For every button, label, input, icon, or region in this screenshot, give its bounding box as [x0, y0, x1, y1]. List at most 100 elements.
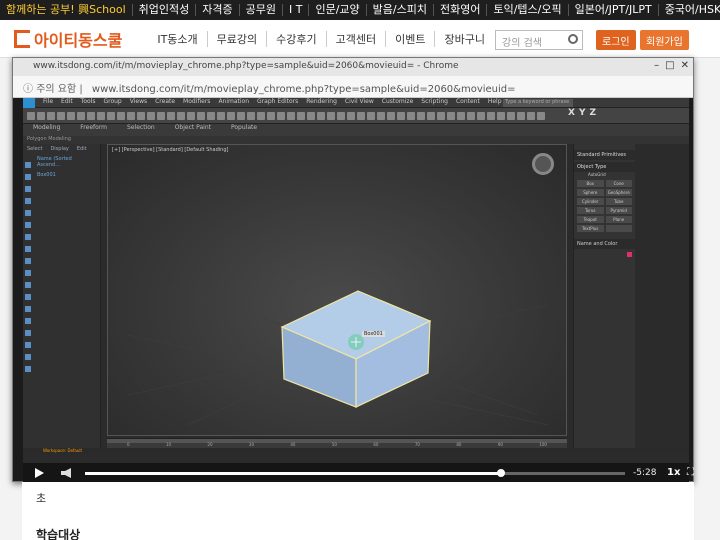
join-button[interactable]: 회원가입 — [640, 30, 689, 50]
toolbar-tool-icon[interactable] — [327, 112, 335, 120]
video-frame[interactable]: File Edit Tools Group Views Create Modifiers An… — [23, 98, 689, 476]
category-link[interactable]: 중국어/HSK — [659, 4, 720, 16]
toolbar-tool-icon[interactable] — [377, 112, 385, 120]
axis-button[interactable]: Y — [579, 108, 586, 118]
search-input[interactable]: 강의 검색 — [495, 30, 583, 50]
toolbar-tool-icon[interactable] — [507, 112, 515, 120]
category-link[interactable]: 공무원 — [240, 4, 283, 16]
toolbar-tool-icon[interactable] — [437, 112, 445, 120]
max-menu-item[interactable]: Animation — [218, 98, 249, 105]
nav-link[interactable]: IT동소개 — [148, 30, 208, 47]
max-menu-item[interactable]: Content — [456, 98, 480, 105]
toolbar-tool-icon[interactable] — [517, 112, 525, 120]
ribbon-tab[interactable]: Object Paint — [175, 124, 211, 131]
toolbar-tool-icon[interactable] — [267, 112, 275, 120]
nav-link[interactable]: 이벤트 — [386, 30, 436, 47]
toolbar-tool-icon[interactable] — [127, 112, 135, 120]
scene-tool-icon[interactable] — [25, 294, 31, 300]
category-link[interactable]: 취업인적성 — [133, 4, 197, 16]
toolbar-tool-icon[interactable] — [527, 112, 535, 120]
scene-tool-icon[interactable] — [25, 222, 31, 228]
seek-bar[interactable] — [85, 469, 625, 477]
scene-tool-icon[interactable] — [25, 270, 31, 276]
toolbar-tool-icon[interactable] — [157, 112, 165, 120]
primitive-button[interactable]: Teapot — [577, 216, 604, 223]
play-icon[interactable] — [35, 468, 44, 478]
category-link[interactable]: 인문/교양 — [309, 4, 367, 16]
minimize-icon[interactable]: – — [654, 60, 659, 71]
primitive-button[interactable] — [605, 225, 632, 232]
max-menu-item[interactable]: File — [43, 98, 53, 105]
ribbon-tab[interactable]: Freeform — [80, 124, 107, 131]
scene-tool-icon[interactable] — [25, 342, 31, 348]
scene-tool-icon[interactable] — [25, 282, 31, 288]
toolbar-tool-icon[interactable] — [167, 112, 175, 120]
toolbar-tool-icon[interactable] — [287, 112, 295, 120]
max-menu-item[interactable]: Modifiers — [183, 98, 210, 105]
primitive-button[interactable]: Sphere — [577, 189, 604, 196]
playback-speed[interactable]: 1x — [667, 467, 680, 478]
scene-tool-icon[interactable] — [25, 366, 31, 372]
toolbar-tool-icon[interactable] — [297, 112, 305, 120]
ribbon-tab[interactable]: Modeling — [33, 124, 60, 131]
scene-tab[interactable]: Edit — [77, 146, 87, 152]
max-menu-item[interactable]: Create — [155, 98, 175, 105]
scene-tool-icon[interactable] — [25, 162, 31, 168]
axis-button[interactable]: Z — [589, 108, 596, 118]
primitive-button[interactable]: TextPlus — [577, 225, 604, 232]
toolbar-tool-icon[interactable] — [37, 112, 45, 120]
toolbar-tool-icon[interactable] — [187, 112, 195, 120]
volume-icon[interactable] — [61, 468, 71, 478]
category-link[interactable]: 전화영어 — [434, 4, 488, 16]
toolbar-tool-icon[interactable] — [307, 112, 315, 120]
max-menu-item[interactable]: Group — [103, 98, 121, 105]
scene-tool-icon[interactable] — [25, 318, 31, 324]
toolbar-tool-icon[interactable] — [247, 112, 255, 120]
toolbar-tool-icon[interactable] — [337, 112, 345, 120]
max-menu-item[interactable]: Help — [488, 98, 502, 105]
maximize-icon[interactable]: □ — [665, 60, 674, 71]
scene-tool-icon[interactable] — [25, 246, 31, 252]
max-menu-item[interactable]: Views — [130, 98, 147, 105]
toolbar-tool-icon[interactable] — [27, 112, 35, 120]
color-swatch[interactable] — [627, 252, 632, 257]
toolbar-tool-icon[interactable] — [207, 112, 215, 120]
toolbar-tool-icon[interactable] — [367, 112, 375, 120]
toolbar-tool-icon[interactable] — [147, 112, 155, 120]
max-menu-item[interactable]: Customize — [382, 98, 414, 105]
command-dropdown[interactable]: Standard Primitives — [574, 150, 635, 160]
toolbar-tool-icon[interactable] — [397, 112, 405, 120]
scene-tool-icon[interactable] — [25, 258, 31, 264]
toolbar-tool-icon[interactable] — [277, 112, 285, 120]
toolbar-tool-icon[interactable] — [137, 112, 145, 120]
scene-tool-icon[interactable] — [25, 234, 31, 240]
category-link[interactable]: 발음/스피치 — [367, 4, 434, 16]
toolbar-tool-icon[interactable] — [497, 112, 505, 120]
toolbar-tool-icon[interactable] — [357, 112, 365, 120]
toolbar-tool-icon[interactable] — [477, 112, 485, 120]
viewport-label[interactable]: [+] [Perspective] [Standard] [Default Sh… — [112, 147, 228, 153]
scene-item[interactable]: Name (Sorted Ascend... — [23, 154, 100, 170]
nav-link[interactable]: 고객센터 — [327, 30, 387, 47]
toolbar-tool-icon[interactable] — [97, 112, 105, 120]
toolbar-tool-icon[interactable] — [117, 112, 125, 120]
fullscreen-icon[interactable]: ⛶ — [687, 467, 694, 478]
primitive-button[interactable]: Tube — [605, 198, 632, 205]
window-title-bar[interactable]: www.itsdong.com/it/m/movieplay_chrome.ph… — [13, 58, 693, 76]
scene-tool-icon[interactable] — [25, 330, 31, 336]
max-menu-item[interactable]: Rendering — [306, 98, 337, 105]
site-logo[interactable]: 아이티동스쿨 — [14, 27, 122, 51]
ribbon-tab[interactable]: Populate — [231, 124, 257, 131]
max-menu-item[interactable]: Scripting — [421, 98, 448, 105]
category-link[interactable]: I T — [283, 4, 310, 16]
toolbar-tool-icon[interactable] — [417, 112, 425, 120]
toolbar-tool-icon[interactable] — [487, 112, 495, 120]
toolbar-tool-icon[interactable] — [387, 112, 395, 120]
toolbar-tool-icon[interactable] — [237, 112, 245, 120]
security-warning[interactable]: ⓘ 주의 요함 | — [23, 84, 83, 95]
category-link[interactable]: 함께하는 공부! 興School — [0, 4, 133, 16]
scene-tool-icon[interactable] — [25, 210, 31, 216]
viewcube-icon[interactable] — [532, 153, 554, 175]
toolbar-tool-icon[interactable] — [57, 112, 65, 120]
primitive-button[interactable]: Cone — [605, 180, 632, 187]
